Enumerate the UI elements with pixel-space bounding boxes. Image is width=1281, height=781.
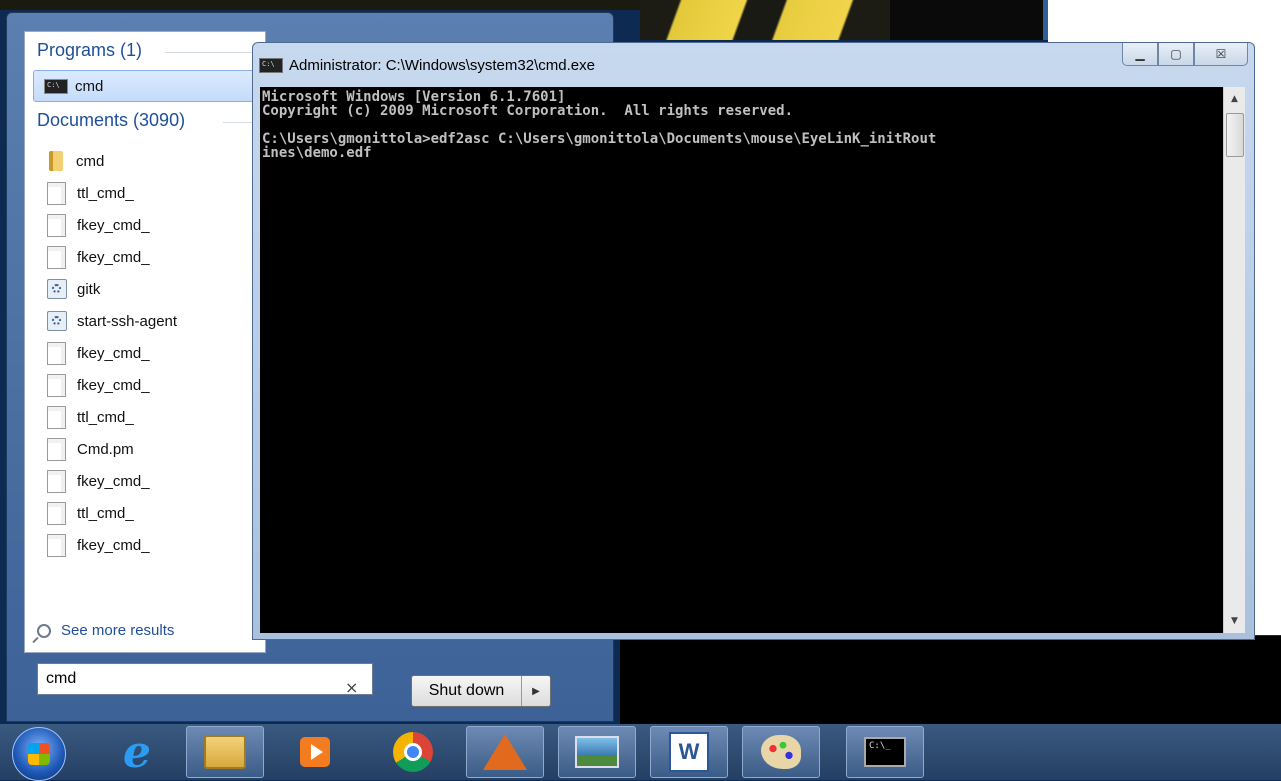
matlab-icon [483,734,527,770]
word-icon: W [669,732,709,772]
document-result[interactable]: Cmd.pm [35,434,255,464]
document-result[interactable]: gitk [35,274,255,304]
document-result[interactable]: fkey_cmd_ [35,466,255,496]
document-icon [47,373,66,397]
script-icon [47,311,67,331]
result-label: fkey_cmd_ [77,376,150,394]
desktop-wallpaper-dark [890,0,1045,40]
media-player-icon [300,737,330,767]
minimize-button[interactable]: ▁ [1122,43,1158,66]
result-label: cmd [75,77,104,95]
result-label: ttl_cmd_ [77,184,134,202]
document-result[interactable]: fkey_cmd_ [35,242,255,272]
document-result[interactable]: fkey_cmd_ [35,370,255,400]
taskbar-photo-viewer[interactable] [558,726,636,778]
document-result[interactable]: start-ssh-agent [35,306,255,336]
result-label: fkey_cmd_ [77,216,150,234]
document-result[interactable]: ttl_cmd_ [35,498,255,528]
scroll-up-arrow-icon[interactable]: ▲ [1224,89,1245,109]
script-icon [47,279,67,299]
scrollbar-thumb[interactable] [1226,113,1244,157]
window-title: Administrator: C:\Windows\system32\cmd.e… [289,57,595,74]
document-result[interactable]: fkey_cmd_ [35,338,255,368]
taskbar-chrome[interactable] [374,726,452,778]
taskbar-command-prompt[interactable]: C:\_ [846,726,924,778]
shutdown-button-group: Shut down ▶ [411,675,551,707]
taskbar-paint[interactable] [742,726,820,778]
result-label: ttl_cmd_ [77,504,134,522]
taskbar-matlab[interactable] [466,726,544,778]
window-controls: ▁ ▢ ☒ [1122,43,1248,66]
search-icon [37,623,51,638]
document-icon [47,405,66,429]
document-icon [47,469,66,493]
document-icon [47,533,66,557]
scroll-down-arrow-icon[interactable]: ▼ [1224,611,1245,631]
desktop-background-lower [620,636,1281,724]
taskbar-internet-explorer[interactable]: e [98,726,176,778]
cmd-icon [259,58,283,73]
desktop-wallpaper [640,0,890,40]
vertical-scrollbar[interactable]: ▲ ▼ [1223,87,1245,633]
result-label: fkey_cmd_ [77,472,150,490]
cmd-icon [44,78,68,94]
document-result[interactable]: ttl_cmd_ [35,402,255,432]
documents-header: Documents (3090) [37,110,186,130]
result-label: cmd [76,152,105,170]
document-icon [47,341,66,365]
document-icon [47,213,66,237]
result-label: Cmd.pm [77,440,134,458]
see-more-label: See more results [61,622,175,639]
result-label: fkey_cmd_ [77,248,150,266]
result-label: fkey_cmd_ [77,344,150,362]
command-prompt-icon: C:\_ [864,737,906,767]
document-result[interactable]: fkey_cmd_ [35,210,255,240]
document-result[interactable]: ttl_cmd_ [35,178,255,208]
programs-header: Programs (1) [37,40,143,60]
taskbar-word[interactable]: W [650,726,728,778]
command-prompt-window[interactable]: Administrator: C:\Windows\system32\cmd.e… [252,42,1255,640]
start-search-input[interactable]: cmd [37,663,373,695]
photo-viewer-icon [575,736,619,768]
paint-icon [761,735,801,769]
maximize-button[interactable]: ▢ [1158,43,1194,66]
close-button[interactable]: ☒ [1194,43,1248,66]
shutdown-button[interactable]: Shut down [412,676,522,706]
start-button[interactable] [12,727,66,781]
document-result[interactable]: fkey_cmd_ [35,530,255,560]
console-output[interactable]: Microsoft Windows [Version 6.1.7601] Cop… [260,87,1223,633]
document-icon [47,437,66,461]
see-more-results-link[interactable]: See more results [37,622,174,639]
taskbar-media-player[interactable] [276,726,354,778]
shutdown-options-arrow-icon[interactable]: ▶ [522,676,550,706]
result-label: gitk [77,280,101,298]
windows-explorer-icon [204,735,246,769]
result-label: ttl_cmd_ [77,408,134,426]
window-title-bar[interactable]: Administrator: C:\Windows\system32\cmd.e… [259,57,595,74]
document-icon [47,501,66,525]
document-result[interactable]: cmd [35,146,255,176]
document-icon [47,181,66,205]
taskbar-windows-explorer[interactable] [186,726,264,778]
result-label: fkey_cmd_ [77,536,150,554]
result-label: start-ssh-agent [77,312,178,330]
folder-icon [49,151,63,171]
chrome-icon [393,732,433,772]
program-result-cmd[interactable]: cmd [33,70,257,102]
divider [165,52,260,53]
clear-search-icon[interactable]: × [345,678,358,697]
search-results-panel: Programs (1) cmd Documents (3090) cmd tt… [24,31,266,653]
internet-explorer-icon: e [123,726,151,778]
document-icon [47,245,66,269]
